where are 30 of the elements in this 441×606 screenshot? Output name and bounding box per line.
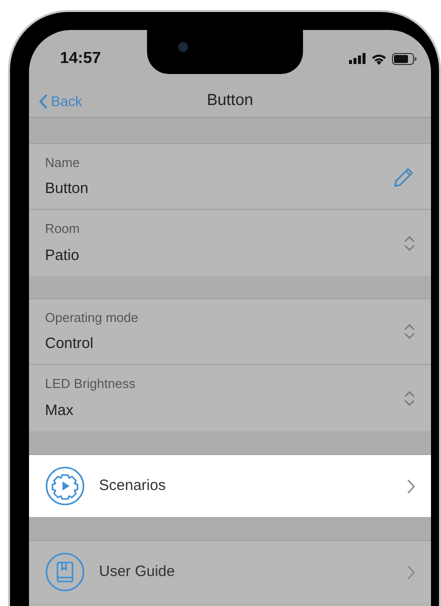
chevron-right-icon bbox=[407, 478, 415, 494]
select-setting-row[interactable]: LED Brightness Max bbox=[29, 365, 431, 431]
setting-label: Operating mode bbox=[45, 308, 140, 327]
setting-label: Name bbox=[45, 154, 81, 172]
book-icon bbox=[45, 552, 85, 592]
pencil-icon bbox=[393, 166, 415, 188]
up-down-chevron-icon bbox=[404, 236, 415, 250]
setting-value: Max bbox=[45, 400, 74, 420]
setting-label: LED Brightness bbox=[45, 375, 136, 393]
setting-value: Button bbox=[45, 179, 90, 199]
menu-item-label: User Guide bbox=[99, 562, 176, 582]
up-down-chevron-icon bbox=[404, 324, 415, 339]
select-setting-row[interactable]: Room Patio bbox=[29, 210, 431, 276]
select-setting-row[interactable]: Operating mode Control bbox=[29, 299, 431, 365]
setting-value: Control bbox=[45, 334, 94, 354]
signal-icon bbox=[349, 53, 366, 64]
chevron-left-icon bbox=[39, 94, 48, 108]
setting-label: Room bbox=[45, 220, 81, 238]
battery-icon bbox=[392, 52, 417, 64]
gear-play-icon bbox=[45, 466, 85, 506]
menu-item[interactable]: User Guide bbox=[29, 541, 431, 603]
menu-item-label: Scenarios bbox=[99, 476, 167, 496]
screen-title: Button bbox=[206, 91, 254, 111]
up-down-chevron-icon bbox=[404, 390, 415, 406]
status-time: 14:57 bbox=[60, 48, 101, 68]
text-setting-row[interactable]: Name Button bbox=[29, 144, 431, 210]
setting-value: Patio bbox=[45, 246, 80, 266]
wifi-icon bbox=[371, 52, 387, 64]
menu-item[interactable]: Scenarios bbox=[29, 455, 431, 517]
chevron-right-icon bbox=[407, 564, 415, 580]
